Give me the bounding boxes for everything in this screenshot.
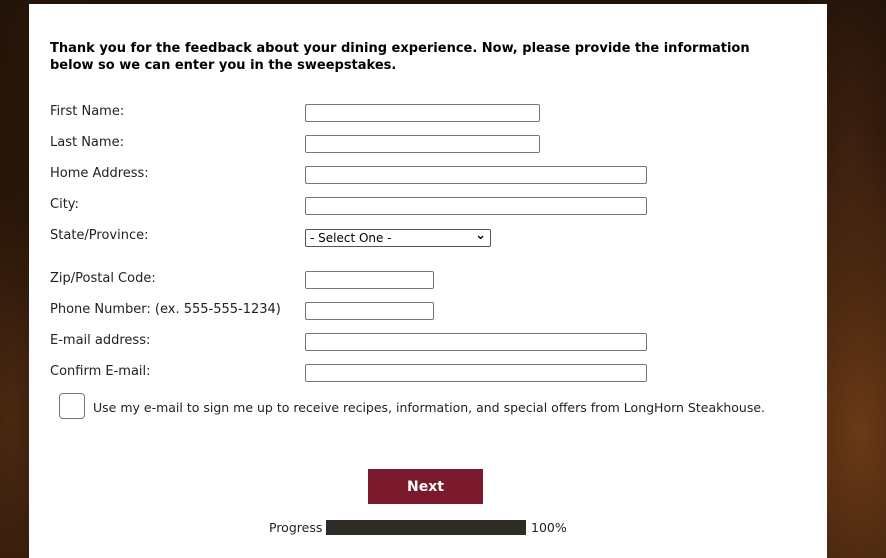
- last-name-input[interactable]: [305, 135, 540, 153]
- chevron-down-icon: ⌄: [475, 228, 486, 243]
- email-optin-checkbox[interactable]: [59, 393, 85, 419]
- first-name-label: First Name:: [50, 104, 125, 119]
- intro-text: Thank you for the feedback about your di…: [50, 41, 750, 73]
- phone-label: Phone Number: (ex. 555-555-1234): [50, 302, 281, 317]
- progress-bar: [326, 520, 526, 535]
- confirm-email-input[interactable]: [305, 364, 647, 382]
- confirm-email-label: Confirm E-mail:: [50, 364, 151, 379]
- email-input[interactable]: [305, 333, 647, 351]
- phone-input[interactable]: [305, 302, 434, 320]
- email-optin-label: Use my e-mail to sign me up to receive r…: [93, 400, 766, 415]
- city-label: City:: [50, 197, 79, 212]
- email-label: E-mail address:: [50, 333, 151, 348]
- zip-label: Zip/Postal Code:: [50, 271, 156, 286]
- survey-form-panel: Thank you for the feedback about your di…: [29, 4, 827, 558]
- state-select-value: - Select One -: [310, 231, 392, 245]
- last-name-label: Last Name:: [50, 135, 124, 150]
- progress-value: 100%: [531, 520, 567, 535]
- home-address-input[interactable]: [305, 166, 647, 184]
- progress-bar-fill: [326, 520, 526, 535]
- zip-input[interactable]: [305, 271, 434, 289]
- city-input[interactable]: [305, 197, 647, 215]
- state-select[interactable]: - Select One - ⌄: [305, 229, 491, 247]
- progress-label: Progress: [269, 520, 323, 535]
- home-address-label: Home Address:: [50, 166, 149, 181]
- state-label: State/Province:: [50, 228, 149, 243]
- next-button[interactable]: Next: [368, 469, 483, 504]
- first-name-input[interactable]: [305, 104, 540, 122]
